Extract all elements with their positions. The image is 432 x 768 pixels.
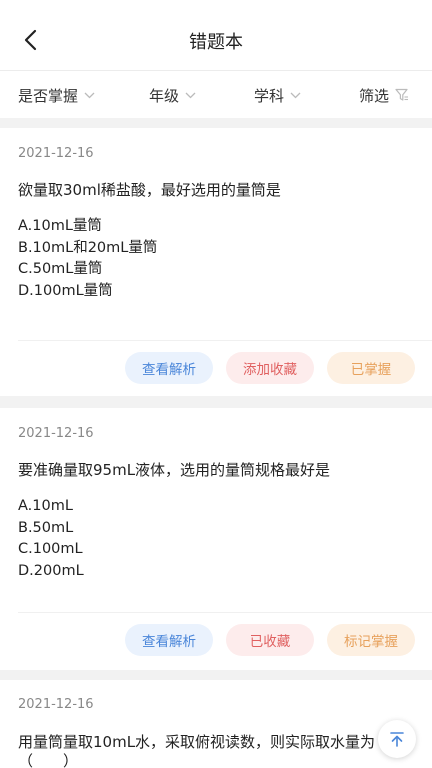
view-analysis-button[interactable]: 查看解析 (125, 624, 213, 656)
option-c: C.50mL量筒 (18, 261, 103, 277)
filter-bar: 是否掌握 年级 学科 筛选 (0, 70, 432, 118)
divider (18, 340, 432, 341)
option-b: B.50mL (18, 519, 74, 536)
divider (18, 612, 432, 613)
question-card[interactable]: 2021-12-16 用量筒量取10mL水，采取俯视读数，则实际取水量为 （ ） (0, 680, 432, 768)
option-a: A.10mL (18, 498, 73, 514)
option-a: A.10mL量筒 (18, 218, 102, 234)
favorited-button[interactable]: 已收藏 (226, 624, 314, 656)
filter-subject-label: 学科 (254, 86, 285, 105)
option-d: D.200mL (18, 562, 84, 579)
chevron-down-icon (84, 92, 95, 99)
question-text: 欲量取30ml稀盐酸，最好选用的量筒是 (18, 181, 281, 199)
question-text: 要准确量取95mL液体，选用的量筒规格最好是 (18, 461, 331, 479)
filter-subject[interactable]: 学科 (254, 71, 301, 119)
question-date: 2021-12-16 (18, 697, 94, 712)
back-to-top-button[interactable] (378, 720, 416, 758)
question-date: 2021-12-16 (18, 426, 94, 441)
option-d: D.100mL量筒 (18, 282, 113, 299)
add-favorite-button[interactable]: 添加收藏 (226, 352, 314, 384)
funnel-icon (395, 88, 409, 102)
question-card[interactable]: 2021-12-16 要准确量取95mL液体，选用的量筒规格最好是 A.10mL… (0, 408, 432, 670)
filter-mastery-label: 是否掌握 (18, 86, 79, 105)
option-b: B.10mL和20mL量筒 (18, 239, 158, 256)
chevron-down-icon (185, 92, 196, 99)
question-text-line2: （ ） (18, 752, 79, 768)
filter-screen[interactable]: 筛选 (359, 71, 409, 119)
question-options: A.10mL B.50mL C.100mL D.200mL (18, 496, 84, 582)
page-title: 错题本 (189, 32, 243, 53)
mark-mastered-button[interactable]: 标记掌握 (327, 624, 415, 656)
filter-grade-label: 年级 (149, 86, 180, 105)
filter-mastery[interactable]: 是否掌握 (18, 71, 95, 119)
chevron-down-icon (290, 92, 301, 99)
question-date: 2021-12-16 (18, 146, 94, 161)
filter-screen-label: 筛选 (359, 86, 390, 105)
question-options: A.10mL量筒 B.10mL和20mL量筒 C.50mL量筒 D.100mL量… (18, 216, 157, 302)
question-card[interactable]: 2021-12-16 欲量取30ml稀盐酸，最好选用的量筒是 A.10mL量筒 … (0, 128, 432, 396)
option-c: C.100mL (18, 541, 83, 557)
filter-grade[interactable]: 年级 (149, 71, 196, 119)
arrow-up-icon (390, 732, 404, 747)
mastered-button[interactable]: 已掌握 (327, 352, 415, 384)
header: 错题本 (0, 0, 432, 80)
view-analysis-button[interactable]: 查看解析 (125, 352, 213, 384)
